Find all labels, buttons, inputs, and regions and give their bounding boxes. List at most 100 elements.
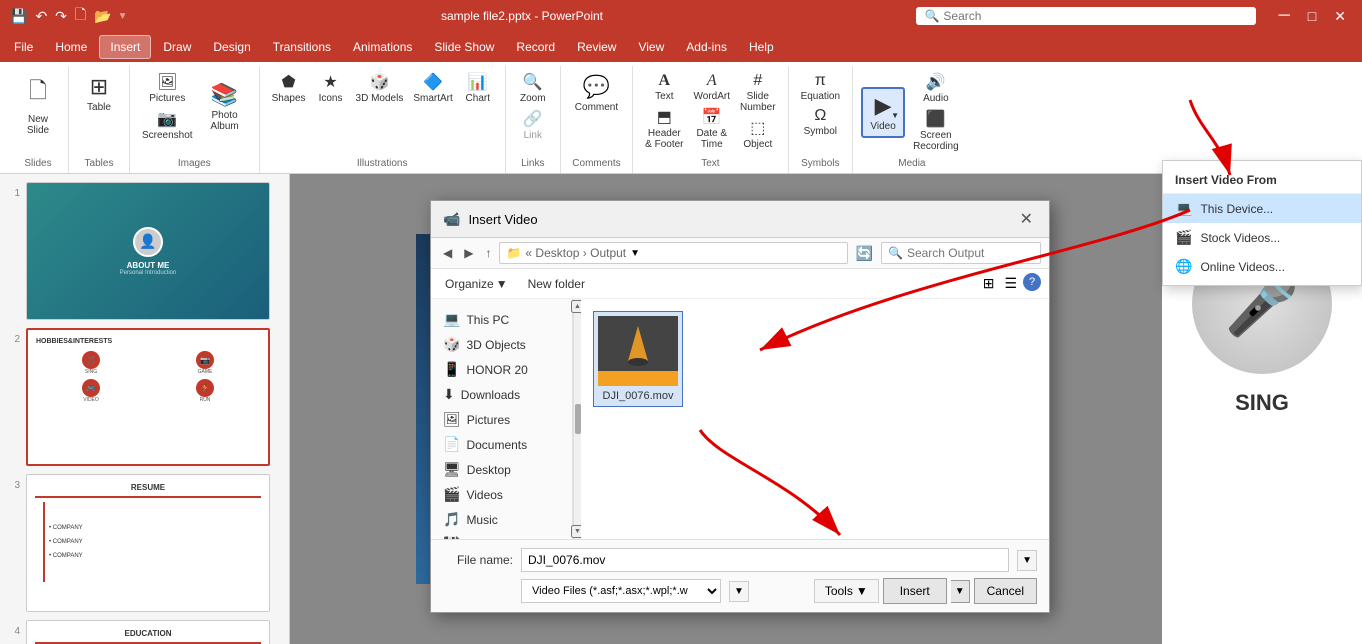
save-quick-btn[interactable]: 💾	[8, 6, 29, 27]
sidebar-pictures[interactable]: 🖼 Pictures	[431, 407, 572, 432]
dialog-search-box[interactable]: 🔍	[881, 242, 1041, 264]
sidebar-music[interactable]: 🎵 Music	[431, 507, 572, 532]
new-folder-btn[interactable]: New folder	[522, 275, 591, 293]
addr-forward-btn[interactable]: ▶	[460, 244, 477, 262]
help-btn[interactable]: ?	[1023, 273, 1041, 291]
equation-btn[interactable]: π Equation	[797, 70, 844, 104]
addr-up-btn[interactable]: ↑	[481, 244, 495, 262]
textbox-label: Text	[655, 91, 673, 102]
filetype-dropdown[interactable]: Video Files (*.asf;*.asx;*.wpl;*.w	[521, 579, 721, 603]
icons-btn[interactable]: ★ Icons	[312, 70, 350, 106]
slide-4-preview[interactable]: EDUCATION • School information here	[26, 620, 270, 644]
tools-btn[interactable]: Tools ▼	[814, 579, 879, 603]
dropdown-this-device[interactable]: 💻 This Device...	[1163, 194, 1361, 223]
sidebar-system-c[interactable]: 💾 System (C:)	[431, 532, 572, 539]
menu-help[interactable]: Help	[739, 36, 784, 58]
slide-4-thumb[interactable]: 4 EDUCATION • School information here	[4, 620, 285, 644]
filename-row: File name: ▼	[443, 548, 1037, 572]
pictures-btn[interactable]: 🖼 Pictures	[138, 70, 197, 106]
dialog-close-btn[interactable]: ✕	[1016, 209, 1037, 229]
addr-path-dropdown-btn[interactable]: ▼	[630, 248, 640, 259]
new-quick-btn[interactable]: 🗋	[73, 2, 88, 30]
symbol-btn[interactable]: Ω Symbol	[797, 105, 844, 139]
textbox-btn[interactable]: A Text	[641, 70, 687, 104]
table-btn[interactable]: ⊞ Table	[77, 70, 121, 117]
dialog-search-input[interactable]	[907, 246, 1034, 260]
menu-addins[interactable]: Add-ins	[676, 36, 737, 58]
undo-quick-btn[interactable]: ↶	[33, 6, 49, 27]
photo-album-btn[interactable]: 📚 PhotoAlbum	[199, 78, 251, 136]
comment-btn[interactable]: 💬 Comment	[569, 70, 624, 117]
view-list-btn[interactable]: ☰	[1000, 273, 1021, 294]
slide-1-preview[interactable]: 👤 ABOUT ME Personal Introduction	[26, 182, 270, 320]
search-input[interactable]	[943, 9, 1248, 23]
filename-dropdown-btn[interactable]: ▼	[1017, 550, 1037, 571]
menu-design[interactable]: Design	[203, 36, 260, 58]
dropdown-stock-videos[interactable]: 🎬 Stock Videos...	[1163, 223, 1361, 252]
video-btn[interactable]: ▶ Video ▼	[861, 87, 905, 138]
open-quick-btn[interactable]: 📂	[92, 6, 113, 27]
smartart-btn[interactable]: 🔷 SmartArt	[409, 70, 456, 106]
menu-slideshow[interactable]: Slide Show	[424, 36, 504, 58]
chart-btn[interactable]: 📊 Chart	[459, 70, 497, 106]
menu-review[interactable]: Review	[567, 36, 626, 58]
date-time-btn[interactable]: 📅 Date &Time	[690, 105, 735, 152]
menu-animations[interactable]: Animations	[343, 36, 422, 58]
view-grid-btn[interactable]: ⊞	[979, 273, 999, 294]
header-footer-btn[interactable]: ⬒ Header& Footer	[641, 105, 687, 152]
minimize-btn[interactable]: ─	[1270, 5, 1297, 27]
slide-3-thumb[interactable]: 3 RESUME • COMPANY • COMPANY • COMPANY	[4, 474, 285, 612]
slide-number-btn[interactable]: # SlideNumber	[736, 70, 780, 115]
sidebar-3d-objects[interactable]: 🎲 3D Objects	[431, 332, 572, 357]
filename-input[interactable]	[521, 548, 1009, 572]
table-icon: ⊞	[90, 74, 108, 100]
menu-insert[interactable]: Insert	[99, 35, 151, 59]
shapes-btn[interactable]: ⬟ Shapes	[268, 70, 310, 106]
link-btn[interactable]: 🔗 Link	[514, 107, 552, 143]
insert-btn[interactable]: Insert	[883, 578, 947, 604]
dialog-toolbar: Organize ▼ New folder ⊞ ☰ ?	[431, 269, 1049, 299]
new-slide-btn[interactable]: 🗋 NewSlide	[16, 70, 60, 140]
menu-record[interactable]: Record	[506, 36, 565, 58]
menu-transitions[interactable]: Transitions	[263, 36, 341, 58]
audio-btn[interactable]: 🔊 Audio	[909, 70, 963, 106]
organize-btn[interactable]: Organize ▼	[439, 275, 514, 293]
addr-refresh-btn[interactable]: 🔄	[852, 243, 877, 264]
wordart-btn[interactable]: A WordArt	[690, 70, 735, 104]
close-btn[interactable]: ✕	[1326, 5, 1354, 27]
video-preview-svg	[598, 316, 678, 386]
dropdown-online-videos[interactable]: 🌐 Online Videos...	[1163, 252, 1361, 281]
menu-view[interactable]: View	[628, 36, 674, 58]
slide-2-thumb[interactable]: 2 HOBBIES&INTERESTS 🎵 SING 📷 GAME	[4, 328, 285, 466]
downloads-label: Downloads	[461, 388, 520, 402]
slide-1-thumb[interactable]: 1 👤 ABOUT ME Personal Introduction	[4, 182, 285, 320]
sidebar-documents[interactable]: 📄 Documents	[431, 432, 572, 457]
sidebar-honor20[interactable]: 📱 HONOR 20	[431, 357, 572, 382]
sidebar-downloads[interactable]: ⬇ Downloads	[431, 382, 572, 407]
3dmodels-btn[interactable]: 🎲 3D Models	[352, 70, 408, 106]
search-bar[interactable]: 🔍	[916, 7, 1256, 25]
menu-file[interactable]: File	[4, 36, 43, 58]
screen-recording-btn[interactable]: ⬛ ScreenRecording	[909, 107, 963, 154]
cancel-btn[interactable]: Cancel	[974, 578, 1037, 604]
addr-back-btn[interactable]: ◀	[439, 244, 456, 262]
sidebar-desktop[interactable]: 🖥 Desktop	[431, 457, 572, 482]
maximize-btn[interactable]: □	[1300, 5, 1324, 27]
link-icon: 🔗	[523, 109, 543, 129]
object-btn[interactable]: ⬚ Object	[736, 116, 780, 152]
slide-2-preview[interactable]: HOBBIES&INTERESTS 🎵 SING 📷 GAME 🎮 VID	[26, 328, 270, 466]
sidebar-this-pc[interactable]: 💻 This PC	[431, 307, 572, 332]
sidebar-videos[interactable]: 🎬 Videos	[431, 482, 572, 507]
slide-2-num: 2	[4, 334, 20, 345]
menu-draw[interactable]: Draw	[153, 36, 201, 58]
zoom-icon: 🔍	[523, 72, 543, 92]
file-dji-0076[interactable]: DJI_0076.mov	[593, 311, 683, 407]
redo-quick-btn[interactable]: ↷	[53, 6, 69, 27]
screenshot-btn[interactable]: 📷 Screenshot	[138, 107, 197, 143]
new-slide-icon: 🗋	[29, 74, 47, 112]
menu-home[interactable]: Home	[45, 36, 97, 58]
slide-3-preview[interactable]: RESUME • COMPANY • COMPANY • COMPANY	[26, 474, 270, 612]
insert-dropdown-btn[interactable]: ▼	[951, 580, 970, 603]
filetype-dropdown-btn[interactable]: ▼	[729, 581, 749, 602]
zoom-btn[interactable]: 🔍 Zoom	[514, 70, 552, 106]
